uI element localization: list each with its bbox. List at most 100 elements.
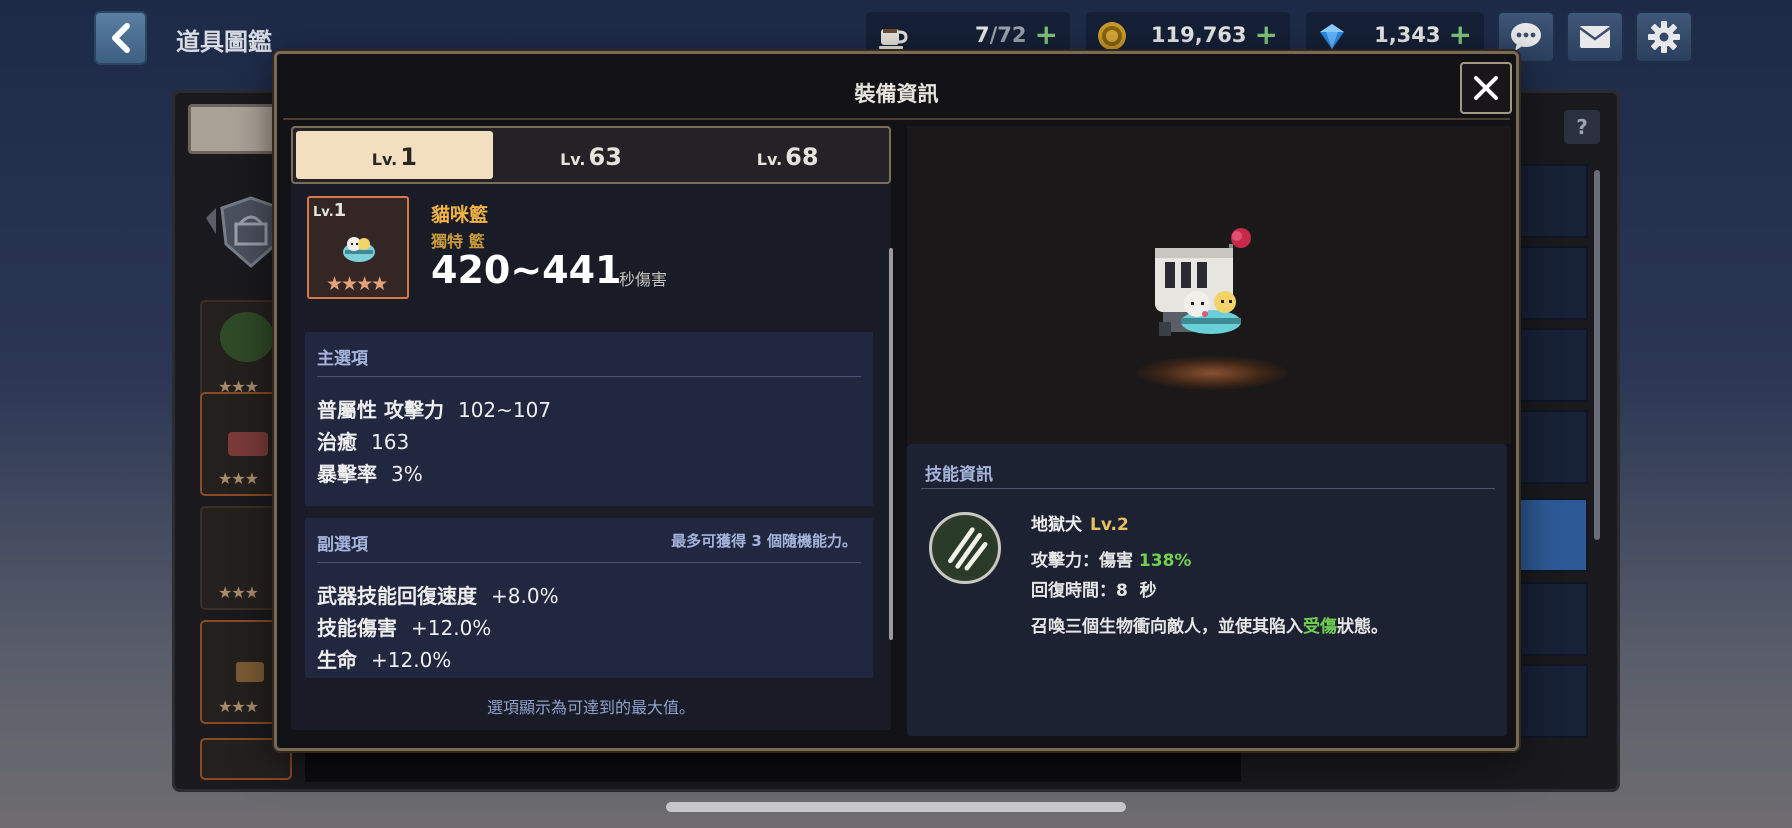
add-gem-button[interactable]: + [1449,21,1472,49]
item-level-value: 1 [333,200,347,221]
item-header: Lv.1 ★★★★ 貓咪籃 獨特 籃 420~441 秒傷害 [291,186,881,316]
claw-slash-icon [935,518,995,578]
divider [317,562,861,563]
level-tabs: Lv. 1 Lv. 63 Lv. 68 [291,126,891,184]
main-option-row: 治癒 163 [317,426,409,455]
detail-scrollbar[interactable] [889,248,893,640]
tab-level-value: 68 [785,143,819,171]
chevron-left-icon [111,23,130,53]
item-detail-panel: Lv. 1 Lv. 63 Lv. 68 Lv.1 ★★★★ 貓咪籃 獨特 籃 4… [291,126,893,730]
gold-value: 119,763 [1150,23,1247,47]
sub-options-note: 最多可獲得 3 個隨機能力。 [671,532,857,550]
gem-icon [1320,24,1344,49]
sub-options-title: 副選項 [317,535,368,555]
item-stars: ★★★★ [326,273,388,295]
main-options-title: 主選項 [317,349,368,369]
sub-option-row: 生命 +12.0% [317,644,451,673]
stamina-max: /72 [989,23,1027,47]
divider [317,376,861,377]
settings-button[interactable] [1635,11,1693,63]
help-button[interactable]: ? [1564,110,1600,144]
item-level: Lv.1 [313,200,346,221]
option-label: 生命 [317,648,357,672]
skill-name-text: 地獄犬 [1031,515,1082,535]
skill-attack-value: 138% [1138,551,1192,571]
modal-divider [283,118,1510,120]
chat-icon [1511,23,1541,51]
tab-level-prefix: Lv. [560,150,586,169]
close-icon [1474,76,1498,100]
option-value: +12.0% [411,616,492,640]
skill-desc-text: 狀態。 [1337,617,1388,637]
option-label: 普屬性 攻擊力 [317,398,444,422]
skill-desc-text: 召喚三個生物衝向敵人，並使其陷入 [1031,617,1303,637]
filter-slot[interactable] [1512,582,1588,656]
filter-slot[interactable] [1512,164,1588,238]
skill-info-title: 技能資訊 [925,465,993,485]
home-indicator[interactable] [666,802,1126,812]
options-footer-note: 選項顯示為可達到的最大值。 [486,698,695,717]
mail-icon [1579,26,1611,48]
skill-attack-row: 攻擊力：傷害 138% [1031,546,1191,571]
main-options-box: 主選項 普屬性 攻擊力 102~107 治癒 163 暴擊率 3% [305,332,873,506]
divider [921,488,1495,489]
filter-slot[interactable] [1512,498,1588,572]
sub-options-box: 副選項 最多可獲得 3 個隨機能力。 武器技能回復速度 +8.0% 技能傷害 +12… [305,518,873,678]
tab-level-1[interactable]: Lv. 1 [296,131,493,179]
filter-list [1512,164,1588,774]
item-name: 貓咪籃 [431,204,489,226]
option-label: 暴擊率 [317,462,377,486]
tab-level-68[interactable]: Lv. 68 [689,131,886,179]
ground-shadow [1137,356,1287,390]
equipment-preview [907,126,1511,444]
back-button[interactable] [94,11,147,65]
item-level-prefix: Lv. [313,205,334,220]
sub-option-row: 技能傷害 +12.0% [317,612,491,641]
item-damage-unit: 秒傷害 [619,270,668,289]
cat-basket-icon [343,237,375,262]
option-label: 武器技能回復速度 [317,584,477,608]
skill-cooldown: 回復時間：8 秒 [1031,581,1157,601]
option-label: 治癒 [317,430,357,454]
close-button[interactable] [1460,62,1512,114]
gear-icon [1648,21,1680,53]
option-value: +8.0% [491,584,559,608]
filter-slot[interactable] [1512,664,1588,738]
filter-slot[interactable] [1512,246,1588,320]
main-option-row: 暴擊率 3% [317,458,423,487]
mail-button[interactable] [1566,11,1624,63]
add-gold-button[interactable]: + [1255,21,1278,49]
option-value: 163 [371,430,410,454]
tab-level-value: 1 [400,143,417,171]
skill-attack-label: 攻擊力：傷害 [1031,551,1133,571]
skill-level: Lv.2 [1090,515,1129,535]
filter-slot[interactable] [1512,328,1588,402]
skill-description: 召喚三個生物衝向敵人，並使其陷入受傷狀態。 [1031,612,1388,637]
equipment-info-modal: 裝備資訊 Lv. 1 Lv. 63 Lv. 68 Lv.1 ★★★★ 貓咪籃 獨… [274,51,1519,751]
item-icon-frame: Lv.1 ★★★★ [307,196,409,299]
stamina-value: 7 [975,23,990,47]
option-value: 3% [391,462,423,486]
collection-scrollbar[interactable] [1594,170,1600,540]
tab-level-prefix: Lv. [756,150,783,169]
main-option-row: 普屬性 攻擊力 102~107 [317,394,551,423]
collection-bottom-row [305,752,1241,782]
skill-desc-highlight: 受傷 [1303,617,1337,637]
item-damage: 420~441 [431,248,622,292]
tab-level-prefix: Lv. [371,150,398,169]
option-value: +12.0% [371,648,452,672]
skill-icon-frame [929,512,1001,584]
option-label: 技能傷害 [317,616,397,640]
filter-slot[interactable] [1512,410,1588,484]
coffee-icon [879,29,908,49]
tab-level-63[interactable]: Lv. 63 [493,131,690,179]
sub-option-row: 武器技能回復速度 +8.0% [317,580,559,609]
add-stamina-button[interactable]: + [1035,21,1058,49]
page-title: 道具圖鑑 [176,28,272,56]
option-value: 102~107 [457,398,552,422]
knight-character-sprite [1155,228,1251,336]
modal-title: 裝備資訊 [854,82,939,106]
skill-info-panel: 技能資訊 地獄犬 Lv.2 攻擊力：傷害 138% 回復時間：8 秒 召喚三個生物… [907,444,1507,736]
tab-level-value: 63 [588,143,622,171]
gem-value: 1,343 [1374,23,1441,47]
